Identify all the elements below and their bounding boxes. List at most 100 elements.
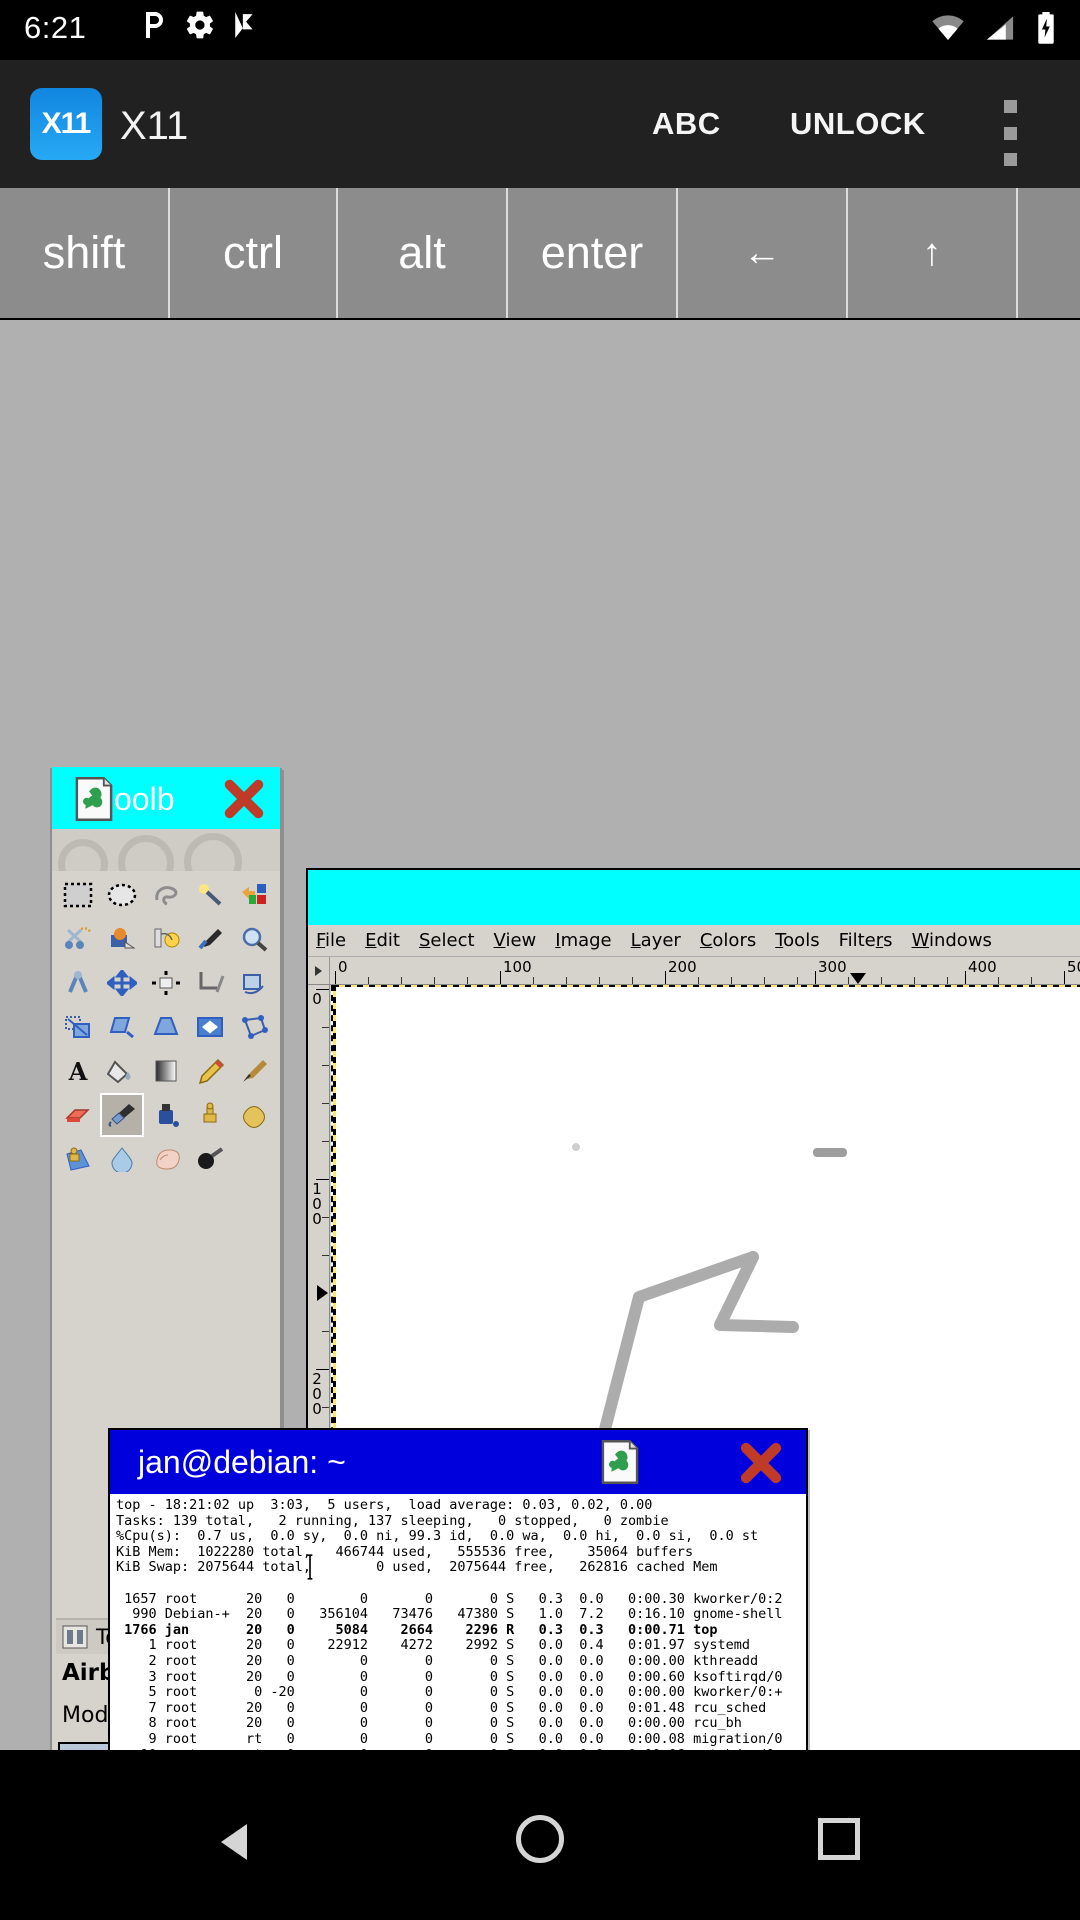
airbrush-tool[interactable] <box>100 1093 144 1137</box>
free-select-tool[interactable] <box>144 873 188 917</box>
pencil-tool[interactable] <box>188 1049 232 1093</box>
ellipse-select-tool[interactable] <box>100 873 144 917</box>
x11-desktop[interactable]: FFileile Edit Select View Image Layer Co… <box>0 320 1080 1920</box>
menu-image[interactable]: Image <box>555 930 611 951</box>
rotate-tool[interactable] <box>232 961 276 1005</box>
vruler-label-100: 100 <box>312 1180 322 1228</box>
flip-tool[interactable] <box>188 1005 232 1049</box>
shear-tool[interactable] <box>100 1005 144 1049</box>
gimp-menubar[interactable]: FFileile Edit Select View Image Layer Co… <box>308 925 1080 957</box>
recents-square-icon[interactable] <box>818 1818 860 1860</box>
hruler-label-100: 100 <box>503 958 532 976</box>
menu-tools[interactable]: Tools <box>775 930 819 951</box>
toolbox-drop-area <box>52 829 280 871</box>
fuzzy-select-tool[interactable] <box>188 873 232 917</box>
scissors-select-tool[interactable] <box>56 917 100 961</box>
abc-button[interactable]: ABC <box>652 106 721 142</box>
menu-select[interactable]: Select <box>419 930 475 951</box>
move-tool[interactable] <box>100 961 144 1005</box>
select-by-color-tool[interactable] <box>232 873 276 917</box>
paintbrush-tool[interactable] <box>232 1049 276 1093</box>
hruler-label-500: 50 <box>1067 958 1080 976</box>
terminal-process-row: 7 root 20 0 0 0 0 S 0.0 0.0 0:01.48 rcu_… <box>116 1699 767 1716</box>
eraser-tool[interactable] <box>56 1093 100 1137</box>
color-picker-tool[interactable] <box>188 917 232 961</box>
horizontal-ruler[interactable]: 0 100 200 300 400 50 <box>308 957 1080 985</box>
key-alt[interactable]: alt <box>338 188 508 318</box>
status-notification-icons <box>140 9 258 41</box>
clone-tool[interactable] <box>188 1093 232 1137</box>
gimp-image-window-titlebar[interactable] <box>308 870 1080 925</box>
home-circle-icon[interactable] <box>516 1815 564 1863</box>
terminal-process-row: 1657 root 20 0 0 0 0 S 0.3 0.0 0:00.30 k… <box>116 1590 783 1607</box>
paths-tool[interactable] <box>144 917 188 961</box>
terminal-process-row: 1766 jan 20 0 5084 2664 2296 R 0.3 0.3 0… <box>116 1621 718 1638</box>
status-system-icons <box>930 12 1058 44</box>
svg-text:A: A <box>68 1058 88 1084</box>
menu-view[interactable]: View <box>494 930 537 951</box>
terminal-process-row: 8 root 20 0 0 0 0 S 0.0 0.0 0:00.00 rcu_… <box>116 1715 742 1732</box>
menu-edit[interactable]: Edit <box>365 930 400 951</box>
wifi-icon <box>932 15 964 40</box>
crop-tool[interactable] <box>188 961 232 1005</box>
back-triangle-icon[interactable] <box>215 1820 259 1864</box>
scale-tool[interactable] <box>56 1005 100 1049</box>
bucket-fill-tool[interactable] <box>100 1049 144 1093</box>
menu-windows[interactable]: Windows <box>912 930 992 951</box>
blur-sharpen-tool[interactable] <box>100 1137 144 1181</box>
heal-tool[interactable] <box>232 1093 276 1137</box>
blend-gradient-tool[interactable] <box>144 1049 188 1093</box>
zoom-tool[interactable] <box>232 917 276 961</box>
gear-icon <box>186 11 213 39</box>
foreground-select-tool[interactable] <box>100 917 144 961</box>
toolbox-title: oolb <box>114 781 175 817</box>
menu-filters[interactable]: Filters <box>839 930 893 951</box>
hruler-label-0: 0 <box>338 958 348 976</box>
app-bar: X11 X11 ABC UNLOCK <box>0 60 1080 188</box>
terminal-process-row: 9 root rt 0 0 0 0 S 0.0 0.0 0:00.08 migr… <box>116 1730 783 1747</box>
rectangle-select-tool[interactable] <box>56 873 100 917</box>
terminal-process-row: 2 root 20 0 0 0 0 S 0.0 0.0 0:00.00 kthr… <box>116 1652 759 1669</box>
terminal-process-row: 990 Debian-+ 20 0 356104 73476 47380 S 1… <box>116 1606 783 1623</box>
vruler-label-0: 0 <box>312 990 322 1008</box>
terminal-header-line: top - 18:21:02 up 3:03, 5 users, load av… <box>116 1497 653 1513</box>
terminal-process-row: 3 root 20 0 0 0 0 S 0.0 0.0 0:00.60 ksof… <box>116 1668 783 1685</box>
menu-layer[interactable]: Layer <box>631 930 681 951</box>
alignment-tool[interactable] <box>144 961 188 1005</box>
terminal-header-line: Tasks: 139 total, 2 running, 137 sleepin… <box>116 1512 669 1529</box>
smudge-tool[interactable] <box>144 1137 188 1181</box>
key-arrow-up[interactable]: ↑ <box>848 188 1018 318</box>
measure-tool[interactable] <box>56 961 100 1005</box>
dodge-burn-tool[interactable] <box>188 1137 232 1181</box>
perspective-clone-tool[interactable] <box>56 1137 100 1181</box>
terminal-titlebar[interactable]: jan@debian: ~ <box>110 1430 806 1494</box>
ruler-unit-menu-icon[interactable] <box>308 957 330 984</box>
canvas-boundary-top <box>333 985 1080 987</box>
unlock-button[interactable]: UNLOCK <box>790 106 926 142</box>
pocket-icon <box>146 12 163 38</box>
key-partial[interactable] <box>1018 188 1080 318</box>
close-icon[interactable] <box>222 777 266 821</box>
ink-tool[interactable] <box>144 1093 188 1137</box>
terminal-header-line: KiB Mem: 1022280 total, 466744 used, 555… <box>116 1543 694 1560</box>
overflow-menu-icon[interactable] <box>990 100 1030 166</box>
toolbox-titlebar[interactable]: oolb <box>52 767 280 829</box>
key-enter[interactable]: enter <box>508 188 678 318</box>
gimp-wilber-icon <box>75 777 113 821</box>
hruler-label-200: 200 <box>668 958 697 976</box>
terminal-process-row: 1 root 20 0 22912 4272 2992 S 0.0 0.4 0:… <box>116 1637 750 1654</box>
cage-transform-tool[interactable] <box>232 1005 276 1049</box>
key-shift[interactable]: shift <box>0 188 170 318</box>
perspective-tool[interactable] <box>144 1005 188 1049</box>
gimp-wilber-icon <box>601 1440 639 1484</box>
menu-file[interactable]: FFileile <box>316 930 346 951</box>
toolbox-tool-grid[interactable]: A <box>56 873 280 1181</box>
cellular-signal-icon <box>986 16 1014 40</box>
text-tool[interactable]: A <box>56 1049 100 1093</box>
checkmark-flag-icon <box>235 12 253 38</box>
key-ctrl[interactable]: ctrl <box>170 188 338 318</box>
key-arrow-left[interactable]: ← <box>678 188 848 318</box>
app-title: X11 <box>120 104 189 148</box>
menu-colors[interactable]: Colors <box>700 930 756 951</box>
close-icon[interactable] <box>738 1440 784 1486</box>
